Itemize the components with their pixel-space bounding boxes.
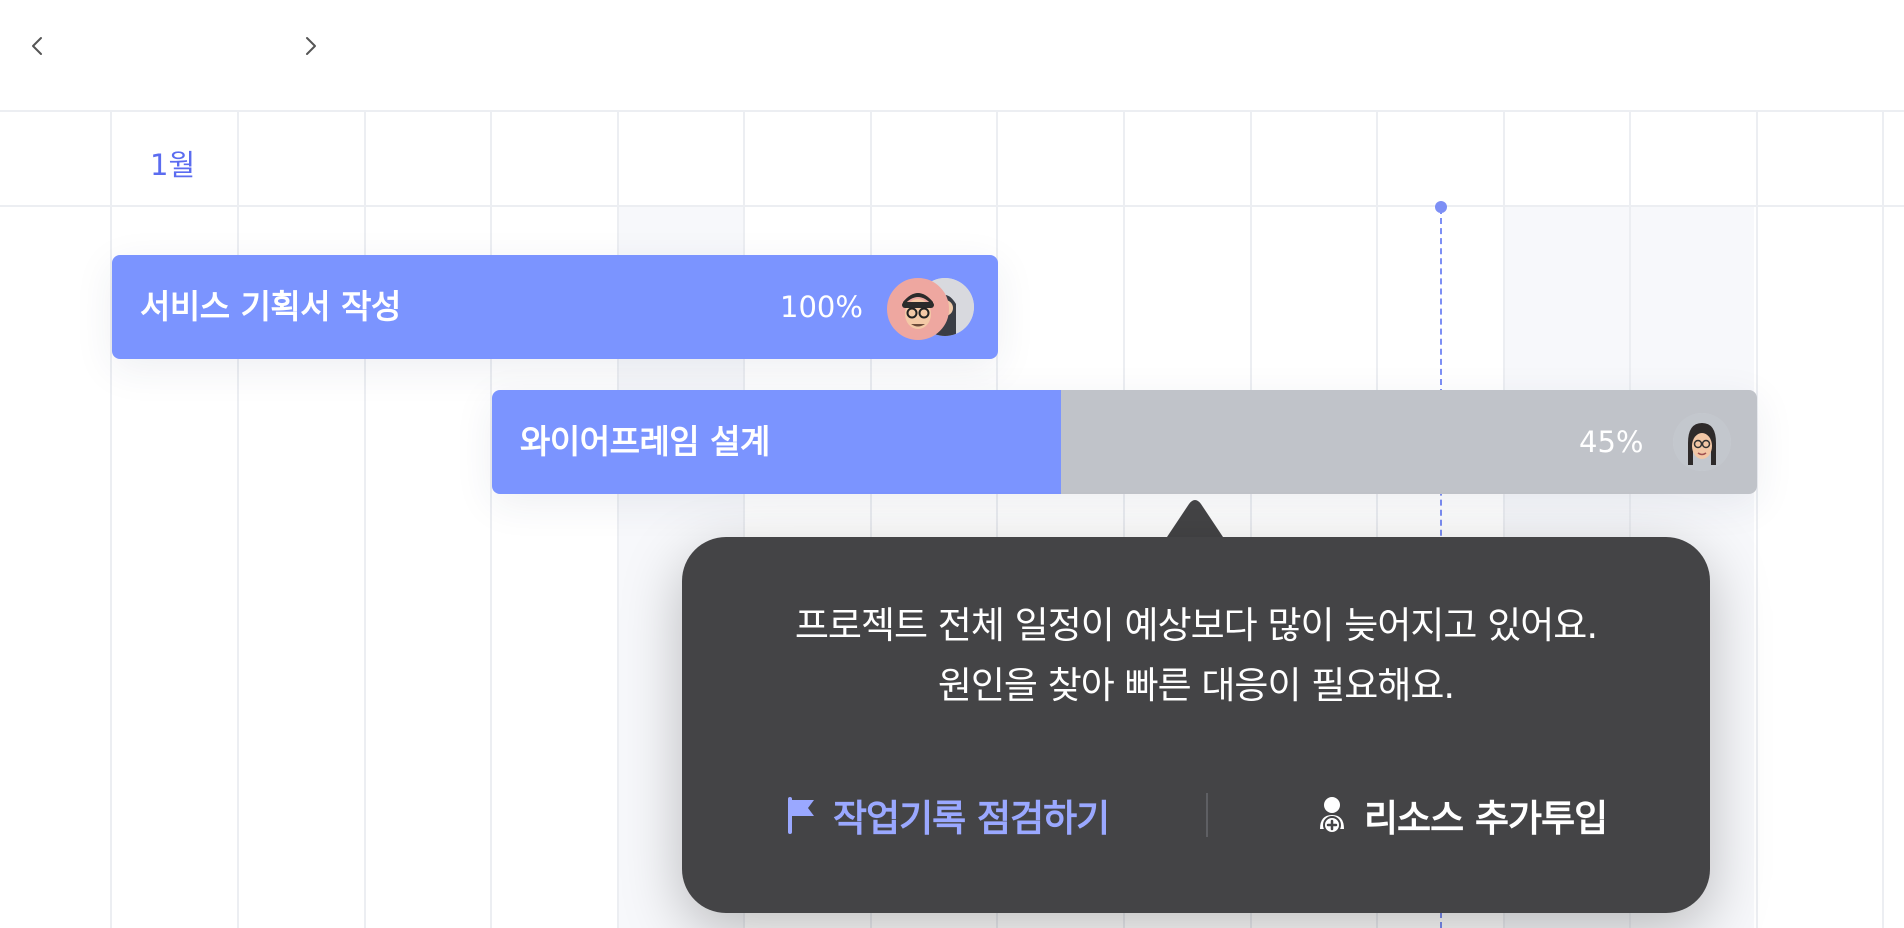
chevron-right-icon (306, 37, 316, 55)
grid-column-line (1882, 112, 1884, 928)
add-resource-label: 리소스 추가투입 (1364, 797, 1608, 840)
grid-column-line (237, 112, 239, 928)
tooltip-message-line-2: 원인을 찾아 빠른 대응이 필요해요. (937, 664, 1455, 707)
tooltip-action-divider (1206, 793, 1208, 837)
delay-warning-tooltip: 프로젝트 전체 일정이 예상보다 많이 늦어지고 있어요. 원인을 찾아 빠른 … (682, 537, 1710, 913)
grid-column-line (1756, 112, 1758, 928)
task-name: 서비스 기획서 작성 (140, 287, 401, 326)
avatar[interactable] (1673, 413, 1731, 471)
person-add-icon (1320, 797, 1344, 834)
task-name: 와이어프레임 설계 (520, 422, 770, 461)
grid-column-line (617, 112, 619, 928)
avatar-woman-braids-icon (1673, 413, 1731, 471)
header-divider (0, 205, 1904, 207)
next-button[interactable] (290, 26, 330, 66)
task-bar[interactable]: 서비스 기획서 작성 100% (112, 255, 998, 359)
avatar[interactable] (887, 278, 949, 340)
check-work-log-button[interactable]: 작업기록 점검하기 (787, 787, 1110, 843)
tooltip-arrow (1165, 500, 1225, 540)
previous-button[interactable] (18, 26, 58, 66)
tooltip-message-line-1: 프로젝트 전체 일정이 예상보다 많이 늦어지고 있어요. (794, 604, 1598, 647)
chevron-left-icon (32, 37, 42, 55)
flag-icon (788, 797, 814, 834)
task-bar[interactable]: 와이어프레임 설계 45% (492, 390, 1757, 494)
task-progress-label: 45% (1579, 425, 1644, 459)
month-label: 1월 (150, 148, 196, 182)
avatar-man-glasses-icon (889, 280, 947, 338)
grid-column-line (364, 112, 366, 928)
grid-column-line (490, 112, 492, 928)
timeline-header (0, 0, 1904, 112)
check-work-log-label: 작업기록 점검하기 (833, 797, 1110, 840)
add-resource-button[interactable]: 리소스 추가투입 (1318, 787, 1608, 843)
grid-column-line (110, 112, 112, 928)
task-remaining (1061, 390, 1757, 494)
task-progress-label: 100% (780, 290, 863, 324)
